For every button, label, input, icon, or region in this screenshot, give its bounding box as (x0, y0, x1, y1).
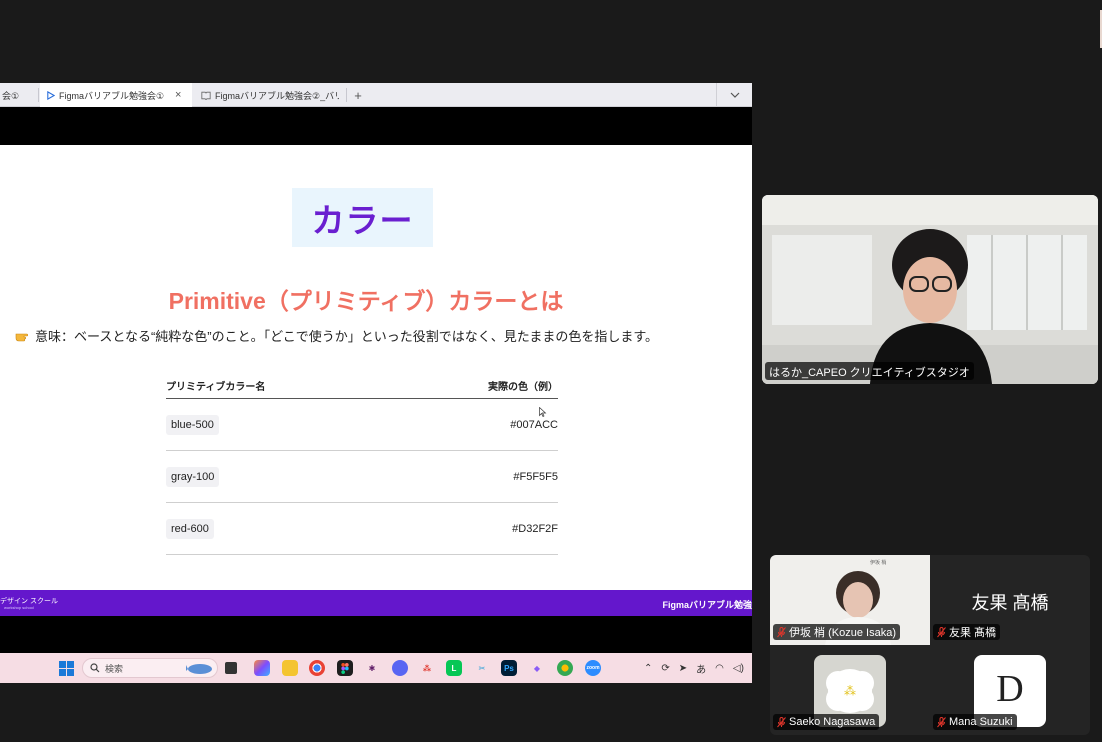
column-header-color: 実際の色（例） (488, 382, 558, 393)
search-placeholder: 検索 (105, 663, 124, 674)
svg-text:⁂: ⁂ (844, 684, 856, 698)
slide-subtitle: Primitive（プリミティブ）カラーとは (168, 288, 564, 314)
column-header-name: プリミティブカラー名 (166, 382, 266, 393)
speaker-video-frame (762, 195, 1098, 384)
slide-footer-bar: デザイン スクール workshop school Figmaバリアブル勉強 (0, 590, 752, 616)
windows-start-icon[interactable] (58, 660, 74, 676)
new-tab-button[interactable]: + (350, 85, 366, 105)
primitive-color-table: プリミティブカラー名 実際の色（例） blue-500 #007ACC gray… (166, 373, 558, 555)
copilot-icon[interactable] (254, 660, 270, 676)
table-row: blue-500 #007ACC (166, 399, 558, 451)
footer-course-title: Figmaバリアブル勉強 (662, 600, 752, 610)
participant-name: Mana Suzuki (949, 716, 1013, 728)
zoom-icon[interactable]: zoom (585, 660, 601, 676)
wifi-icon[interactable]: ◠ (715, 663, 724, 674)
participant-name-tag: Saeko Nagasawa (773, 714, 880, 730)
slide-title-box: カラー (292, 188, 433, 247)
muted-mic-icon (777, 716, 786, 727)
color-hex-value: #007ACC (510, 418, 558, 431)
meaning-text: 意味：ベースとなる“純粋な色”のこと。「どこで使うか」といった役割ではなく、見た… (35, 329, 659, 344)
participant-gallery: 伊坂 梢 友果 髙橋 ⁂ D 伊坂 梢 (Kozue Isaka) 友果 髙橋 … (770, 555, 1090, 735)
muted-mic-icon (777, 626, 786, 637)
color-hex-value: #D32F2F (512, 522, 558, 535)
tab-divider (38, 88, 39, 102)
avatar-letter: D (996, 668, 1024, 710)
shared-screen: 会① Figmaバリアブル勉強会①・PDF: × Figmaバリアブル勉強会②_… (0, 83, 752, 683)
chrome-icon[interactable] (309, 660, 325, 676)
task-view-icon[interactable] (225, 662, 237, 674)
app-purple-icon[interactable]: ◆ (529, 660, 545, 676)
system-tray: ⌃ ⟳ ➤ あ ◠ ◁) (644, 653, 744, 683)
snipping-tool-icon[interactable]: ✂ (474, 660, 490, 676)
tab-label: Figmaバリアブル勉強会①・PDF: (59, 90, 167, 101)
muted-mic-icon (937, 716, 946, 727)
tab-divider (346, 88, 347, 102)
asana-icon[interactable]: ⁂ (419, 660, 435, 676)
thumbnail-caption: 伊坂 梢 (870, 560, 887, 566)
participant-name: 友果 髙橋 (949, 627, 997, 639)
folder-icon[interactable] (282, 660, 298, 676)
active-speaker-name: はるか_CAPEO クリエイティブスタジオ (765, 362, 974, 380)
table-row: gray-100 #F5F5F5 (166, 451, 558, 503)
color-token-name: gray-100 (166, 466, 220, 487)
meaning-line: 意味：ベースとなる“純粋な色”のこと。「どこで使うか」といった役割ではなく、見た… (15, 326, 658, 345)
footer-logo-sub: workshop school (4, 605, 34, 610)
color-token-name: blue-500 (166, 414, 219, 435)
play-icon (47, 90, 55, 100)
search-icon (90, 663, 100, 673)
send-icon[interactable]: ➤ (679, 663, 687, 674)
meeting-screen: 会① Figmaバリアブル勉強会①・PDF: × Figmaバリアブル勉強会②_… (0, 0, 1102, 742)
muted-mic-icon (937, 626, 946, 637)
tab-label: 会① (2, 90, 20, 101)
participant-name-tag: 伊坂 梢 (Kozue Isaka) (773, 624, 900, 640)
tab-previous[interactable]: 会① (0, 83, 20, 107)
ime-indicator[interactable]: あ (696, 661, 706, 676)
mouse-cursor-icon (539, 407, 547, 417)
color-hex-value: #F5F5F5 (513, 470, 558, 483)
speaker-icon[interactable]: ◁) (733, 663, 744, 674)
chevron-up-icon[interactable]: ⌃ (644, 663, 652, 674)
presentation-slide: カラー Primitive（プリミティブ）カラーとは 意味：ベースとなる“純粋な… (0, 145, 752, 616)
sync-icon[interactable]: ⟳ (661, 663, 669, 674)
pointing-hand-icon (15, 333, 29, 341)
book-icon (201, 91, 211, 100)
color-token-name: red-600 (166, 518, 214, 539)
browser-tab-bar: 会① Figmaバリアブル勉強会①・PDF: × Figmaバリアブル勉強会②_… (0, 83, 752, 107)
figma-icon[interactable] (337, 660, 353, 676)
close-icon[interactable]: × (175, 89, 181, 101)
tab-figma-pdf[interactable]: Figmaバリアブル勉強会①・PDF: × (40, 83, 192, 107)
discord-icon[interactable] (392, 660, 408, 676)
line-icon[interactable]: L (446, 660, 462, 676)
table-header: プリミティブカラー名 実際の色（例） (166, 373, 558, 399)
participant-name: Saeko Nagasawa (789, 716, 876, 728)
chevron-down-icon (730, 92, 739, 98)
slack-icon[interactable]: ✱ (364, 660, 380, 676)
tab-list-button[interactable] (716, 83, 752, 107)
taskbar-search[interactable]: 検索 (82, 658, 218, 678)
table-row: red-600 #D32F2F (166, 503, 558, 555)
participant-initial-name: 友果 髙橋 (971, 593, 1049, 613)
tab-figma-2[interactable]: Figmaバリアブル勉強会②_バリアブル (195, 83, 345, 107)
photoshop-icon[interactable]: Ps (501, 660, 517, 676)
windows-taskbar: 検索 ✱ ⁂ L ✂ Ps ◆ zoom ⌃ ⟳ ➤ あ ◠ ◁) (0, 653, 752, 683)
participant-name: 伊坂 梢 (Kozue Isaka) (789, 627, 896, 639)
active-speaker-video[interactable] (762, 195, 1098, 384)
participant-name-tag: 友果 髙橋 (933, 624, 1001, 640)
tab-label: Figmaバリアブル勉強会②_バリアブル (215, 90, 339, 101)
participant-name-tag: Mana Suzuki (933, 714, 1017, 730)
slide-title: カラー (311, 201, 414, 239)
whale-icon (186, 664, 212, 674)
chrome-profile-icon[interactable] (557, 660, 573, 676)
